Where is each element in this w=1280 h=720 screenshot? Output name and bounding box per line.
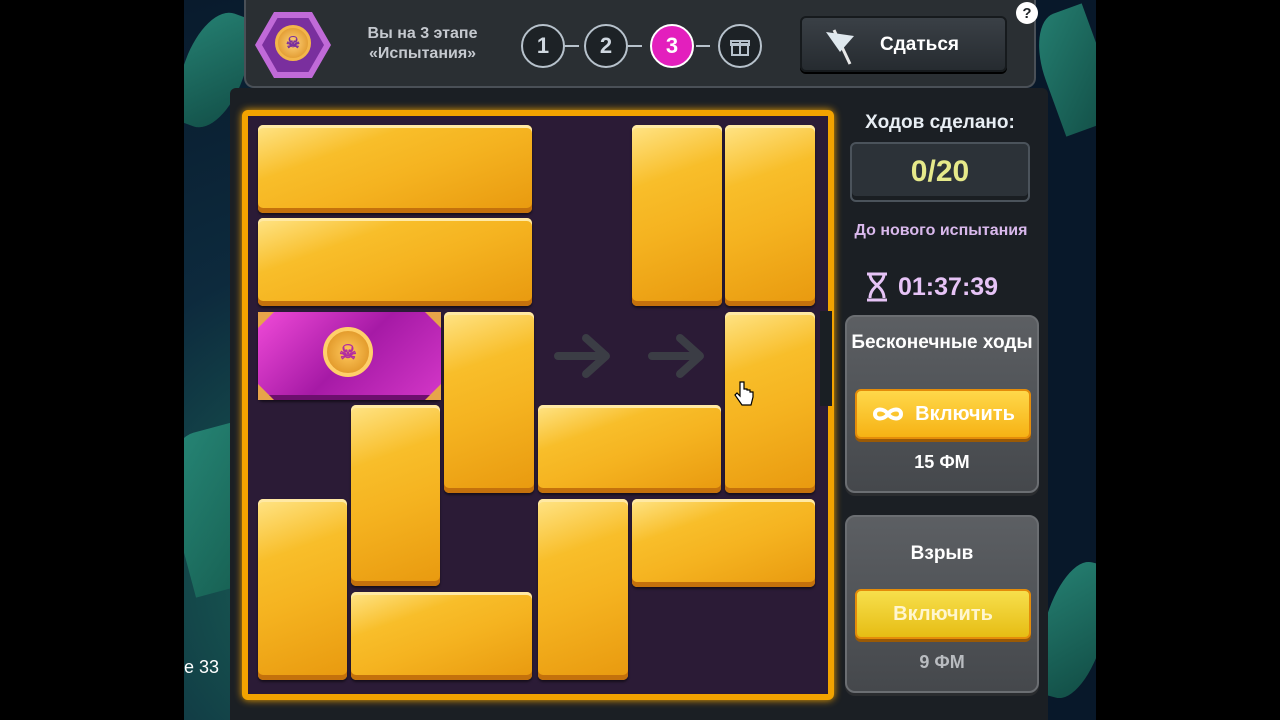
skull-coin-icon: ☠ (275, 25, 311, 61)
infinite-moves-enable-button[interactable]: Включить (855, 389, 1031, 439)
gift-step-icon (718, 24, 762, 68)
give-up-button[interactable]: Сдаться (800, 16, 1007, 72)
block-vertical[interactable] (538, 499, 628, 680)
arrow-right-icon (554, 334, 610, 378)
hand-cursor-icon (734, 381, 754, 406)
block-vertical[interactable] (258, 499, 347, 680)
block-vertical[interactable] (632, 125, 722, 306)
explosion-card: Взрыв Включить 9 ФМ (845, 515, 1039, 693)
block-horizontal[interactable] (258, 218, 532, 306)
explosion-title: Взрыв (910, 543, 974, 564)
moves-counter: 0/20 (850, 142, 1030, 202)
infinite-moves-title: Бесконечные ходы (851, 332, 1033, 353)
new-trial-label: До нового испытания (854, 222, 1028, 239)
infinite-moves-card: Бесконечные ходы Включить 15 ФМ (845, 315, 1039, 493)
block-vertical[interactable] (725, 125, 815, 306)
step-3-active: 3 (650, 24, 694, 68)
skull-icon: ☠ (323, 327, 373, 377)
give-up-label: Сдаться (880, 34, 959, 55)
block-horizontal[interactable] (632, 499, 815, 587)
step-1: 1 (521, 24, 565, 68)
flag-icon (826, 29, 854, 65)
hourglass-icon (867, 272, 887, 302)
infinite-moves-button-label: Включить (915, 402, 1015, 425)
explosion-button-label: Включить (893, 602, 993, 625)
explosion-price: 9 ФМ (919, 652, 965, 672)
block-horizontal[interactable] (258, 125, 532, 213)
explosion-enable-button[interactable]: Включить (855, 589, 1031, 639)
block-horizontal[interactable] (538, 405, 721, 493)
moves-title: Ходов сделано: (865, 112, 1015, 133)
arrow-right-icon (648, 334, 704, 378)
infinite-moves-price: 15 ФМ (914, 452, 970, 472)
board-exit (820, 311, 832, 406)
block-vertical[interactable] (351, 405, 440, 586)
stage-label: Вы на 3 этапе «Испытания» (367, 25, 478, 62)
infinity-icon (873, 407, 904, 421)
help-button[interactable]: ? (1016, 2, 1038, 24)
timer: 01:37:39 (864, 270, 1034, 304)
step-2: 2 (584, 24, 628, 68)
overlay-caption: e 33 (184, 657, 220, 677)
block-vertical[interactable] (444, 312, 534, 493)
timer-value: 01:37:39 (898, 272, 999, 301)
block-horizontal[interactable] (351, 592, 532, 680)
